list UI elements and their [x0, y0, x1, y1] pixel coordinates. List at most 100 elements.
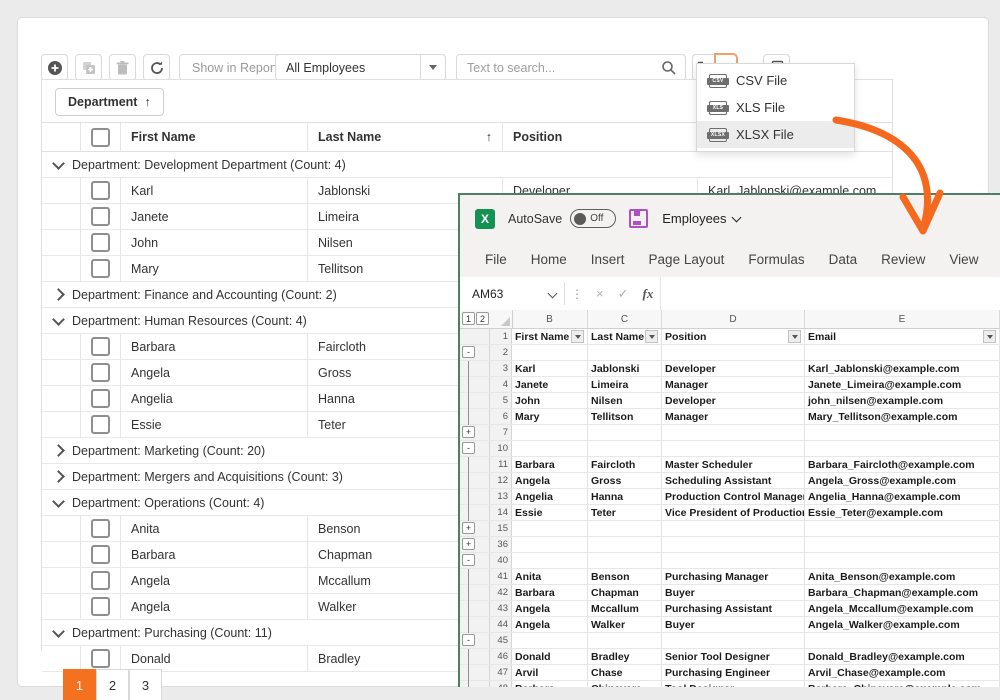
enter-icon[interactable]: ✓ [618, 286, 629, 302]
row-number[interactable]: 41 [490, 569, 512, 584]
excel-cell[interactable]: Angelia [512, 489, 588, 504]
excel-cell[interactable]: Walker [588, 617, 662, 632]
select-all-checkbox[interactable] [91, 128, 110, 147]
excel-cell[interactable] [512, 441, 588, 456]
excel-cell[interactable]: Karl [512, 361, 588, 376]
autosave-toggle[interactable]: Off [570, 209, 616, 228]
excel-cell[interactable]: Angelia_Hanna@example.com [805, 489, 1000, 504]
excel-cell[interactable]: Developer [662, 361, 805, 376]
excel-cell[interactable]: Nilsen [588, 393, 662, 408]
excel-menu-view[interactable]: View [949, 252, 978, 267]
excel-cell[interactable] [512, 521, 588, 536]
excel-cell[interactable] [512, 537, 588, 552]
collapse-group-button[interactable]: - [462, 346, 475, 358]
excel-cell[interactable] [805, 345, 1000, 360]
row-checkbox[interactable] [91, 415, 110, 434]
excel-cell[interactable] [805, 553, 1000, 568]
excel-cell[interactable]: Vice President of Production [662, 505, 805, 520]
excel-cell[interactable]: Anita [512, 569, 588, 584]
row-number[interactable]: 10 [490, 441, 512, 456]
chevron-right-icon[interactable] [52, 288, 65, 301]
excel-cell[interactable]: Donald [512, 649, 588, 664]
column-letter-D[interactable]: D [662, 310, 805, 328]
excel-cell[interactable] [662, 553, 805, 568]
excel-cell[interactable]: First Name [512, 329, 588, 344]
row-number[interactable]: 4 [490, 377, 512, 392]
excel-cell[interactable]: Chinavare [588, 681, 662, 687]
excel-cell[interactable]: Angela [512, 617, 588, 632]
chevron-right-icon[interactable] [52, 470, 65, 483]
excel-cell[interactable]: Mary [512, 409, 588, 424]
excel-cell[interactable]: Arvil [512, 665, 588, 680]
excel-cell[interactable]: Janete [512, 377, 588, 392]
excel-cell[interactable] [588, 553, 662, 568]
excel-menu-insert[interactable]: Insert [591, 252, 625, 267]
group-row[interactable]: Department: Development Department (Coun… [42, 152, 892, 178]
excel-menu-formulas[interactable]: Formulas [748, 252, 804, 267]
row-checkbox[interactable] [91, 571, 110, 590]
chevron-down-icon[interactable] [52, 625, 65, 638]
row-number[interactable]: 12 [490, 473, 512, 488]
show-in-report-button[interactable]: Show in Report [179, 54, 290, 81]
delete-row-button[interactable] [109, 54, 136, 81]
row-number[interactable]: 43 [490, 601, 512, 616]
excel-cell[interactable]: Gross [588, 473, 662, 488]
excel-cell[interactable] [588, 425, 662, 440]
excel-cell[interactable]: Manager [662, 409, 805, 424]
filter-button[interactable] [571, 330, 584, 343]
excel-cell[interactable] [588, 441, 662, 456]
column-header-position[interactable]: Position [502, 123, 697, 151]
excel-cell[interactable] [662, 425, 805, 440]
excel-cell[interactable]: Angela_Walker@example.com [805, 617, 1000, 632]
name-box[interactable]: AM63 [465, 282, 565, 305]
excel-cell[interactable]: Manager [662, 377, 805, 392]
excel-cell[interactable]: Teter [588, 505, 662, 520]
group-chip-department[interactable]: Department ↑ [55, 88, 164, 116]
row-number[interactable]: 11 [490, 457, 512, 472]
row-number[interactable]: 36 [490, 537, 512, 552]
excel-cell[interactable] [588, 633, 662, 648]
chevron-down-icon[interactable] [52, 313, 65, 326]
row-number[interactable]: 48 [490, 681, 512, 687]
search-input[interactable] [457, 61, 661, 75]
excel-cell[interactable]: Karl_Jablonski@example.com [805, 361, 1000, 376]
expand-group-button[interactable]: + [462, 522, 475, 534]
excel-cell[interactable]: Angela [512, 473, 588, 488]
excel-cell[interactable] [805, 633, 1000, 648]
excel-cell[interactable]: Donald_Bradley@example.com [805, 649, 1000, 664]
expand-group-button[interactable]: + [462, 538, 475, 550]
page-button-1[interactable]: 1 [63, 669, 96, 700]
row-checkbox[interactable] [91, 545, 110, 564]
row-checkbox[interactable] [91, 337, 110, 356]
excel-cell[interactable] [805, 441, 1000, 456]
excel-cell[interactable]: Faircloth [588, 457, 662, 472]
excel-cell[interactable]: Master Scheduler [662, 457, 805, 472]
row-checkbox[interactable] [91, 363, 110, 382]
excel-cell[interactable]: Purchasing Manager [662, 569, 805, 584]
menu-item-csv-file[interactable]: CSVCSV File [697, 67, 854, 94]
excel-cell[interactable]: Purchasing Assistant [662, 601, 805, 616]
row-number[interactable]: 45 [490, 633, 512, 648]
row-number[interactable]: 15 [490, 521, 512, 536]
column-letter-B[interactable]: B [512, 310, 588, 328]
row-number[interactable]: 7 [490, 425, 512, 440]
excel-cell[interactable]: Jablonski [588, 361, 662, 376]
excel-cell[interactable]: Arvil_Chase@example.com [805, 665, 1000, 680]
excel-cell[interactable]: Barbara_Chinavare@example.com [805, 681, 1000, 687]
excel-cell[interactable]: Anita_Benson@example.com [805, 569, 1000, 584]
row-number[interactable]: 42 [490, 585, 512, 600]
excel-cell[interactable] [805, 537, 1000, 552]
excel-cell[interactable]: Benson [588, 569, 662, 584]
row-checkbox[interactable] [91, 259, 110, 278]
employee-filter-select[interactable]: All Employees [275, 54, 446, 81]
excel-cell[interactable]: Senior Tool Designer [662, 649, 805, 664]
row-checkbox[interactable] [91, 181, 110, 200]
row-checkbox[interactable] [91, 389, 110, 408]
excel-cell[interactable] [512, 425, 588, 440]
row-checkbox[interactable] [91, 649, 110, 668]
row-number[interactable]: 2 [490, 345, 512, 360]
excel-cell[interactable]: Position [662, 329, 805, 344]
add-row-button[interactable] [41, 54, 68, 81]
excel-cell[interactable] [662, 345, 805, 360]
excel-cell[interactable] [588, 537, 662, 552]
